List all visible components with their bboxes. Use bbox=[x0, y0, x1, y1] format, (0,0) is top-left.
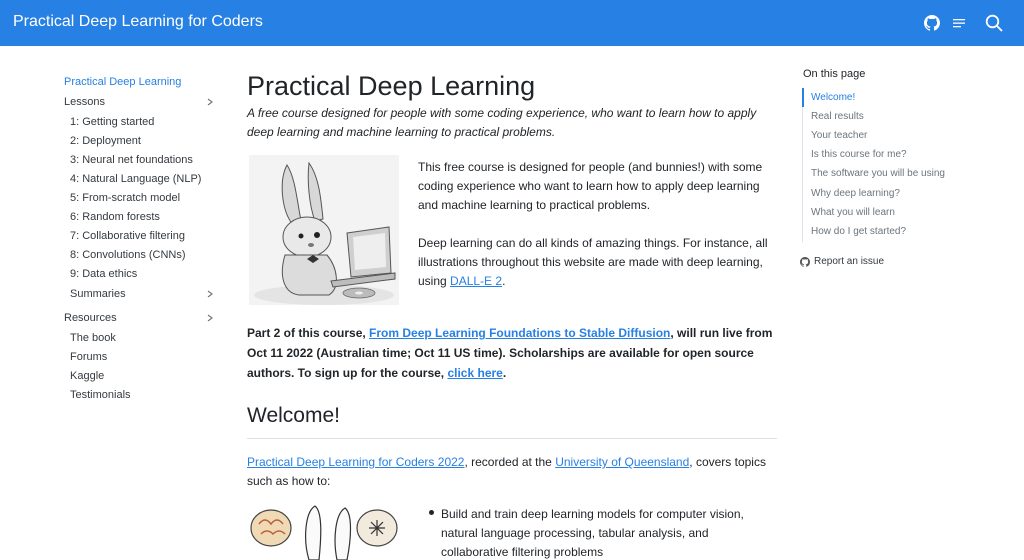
chevron-right-icon[interactable] bbox=[205, 97, 215, 107]
intro-paragraph-1: This free course is designed for people … bbox=[418, 160, 763, 212]
part2-announcement: Part 2 of this course, From Deep Learnin… bbox=[247, 323, 777, 383]
page-title: Practical Deep Learning bbox=[247, 71, 536, 101]
sidebar-section-resources[interactable]: Resources bbox=[64, 311, 117, 325]
toc-title: On this page bbox=[803, 68, 866, 80]
click-here-link[interactable]: click here bbox=[447, 366, 502, 380]
toc-item-what-you-will-learn[interactable]: What you will learn bbox=[811, 206, 895, 219]
welcome-heading: Welcome! bbox=[247, 404, 340, 427]
toc-item-how-do-i-get-started[interactable]: How do I get started? bbox=[811, 225, 906, 238]
sidebar-item-lesson-3[interactable]: 3: Neural net foundations bbox=[70, 153, 193, 167]
sidebar-section-lessons[interactable]: Lessons bbox=[64, 95, 105, 109]
toc-item-why-deep-learning[interactable]: Why deep learning? bbox=[811, 187, 900, 200]
bunny-illustration bbox=[249, 155, 399, 305]
part2-prefix: Part 2 of this course, bbox=[247, 326, 370, 340]
uq-link[interactable]: University of Queensland bbox=[555, 455, 689, 469]
sidebar-item-practical-deep-learning[interactable]: Practical Deep Learning bbox=[64, 75, 181, 89]
dall-e-2-link[interactable]: DALL-E 2 bbox=[450, 274, 502, 288]
toc-item-welcome[interactable]: Welcome! bbox=[811, 91, 855, 104]
heading-divider bbox=[247, 438, 777, 439]
sidebar-item-lesson-8[interactable]: 8: Convolutions (CNNs) bbox=[70, 248, 186, 262]
toc-active-indicator bbox=[802, 88, 804, 107]
sidebar-item-the-book[interactable]: The book bbox=[70, 331, 116, 345]
toc-item-is-this-course-for-me[interactable]: Is this course for me? bbox=[811, 148, 907, 161]
welcome-mid: , recorded at the bbox=[464, 455, 556, 469]
bullet-text-1: Build and train deep learning models for… bbox=[441, 507, 744, 559]
sidebar-item-testimonials[interactable]: Testimonials bbox=[70, 388, 131, 402]
sidebar-item-summaries[interactable]: Summaries bbox=[70, 287, 126, 301]
page-subtitle: A free course designed for people with s… bbox=[247, 106, 757, 139]
sidebar-item-lesson-7[interactable]: 7: Collaborative filtering bbox=[70, 229, 185, 243]
report-issue-label: Report an issue bbox=[814, 256, 885, 267]
intro-p2-suffix: . bbox=[502, 274, 506, 288]
sidebar-item-lesson-9[interactable]: 9: Data ethics bbox=[70, 267, 137, 281]
intro-paragraph-2: Deep learning can do all kinds of amazin… bbox=[418, 234, 778, 291]
toc-item-real-results[interactable]: Real results bbox=[811, 110, 864, 123]
toc-rail bbox=[802, 88, 803, 242]
github-icon bbox=[800, 256, 810, 267]
sidebar-item-lesson-2[interactable]: 2: Deployment bbox=[70, 134, 141, 148]
site-brand[interactable]: Practical Deep Learning for Coders bbox=[13, 13, 263, 31]
github-icon[interactable] bbox=[922, 13, 942, 33]
report-issue-link[interactable]: Report an issue bbox=[800, 256, 884, 267]
toc-item-software[interactable]: The software you will be using bbox=[811, 167, 945, 180]
stable-diffusion-course-link[interactable]: From Deep Learning Foundations to Stable… bbox=[369, 326, 670, 340]
sidebar-item-lesson-1[interactable]: 1: Getting started bbox=[70, 115, 154, 129]
pdl-2022-link[interactable]: Practical Deep Learning for Coders 2022 bbox=[247, 455, 464, 469]
bullet-point bbox=[429, 510, 434, 515]
welcome-paragraph: Practical Deep Learning for Coders 2022,… bbox=[247, 453, 777, 491]
top-navbar: Practical Deep Learning for Coders bbox=[0, 0, 1024, 46]
bunny-ears-illustration bbox=[249, 500, 399, 560]
chevron-right-icon[interactable] bbox=[205, 289, 215, 299]
chevron-right-icon[interactable] bbox=[205, 313, 215, 323]
sidebar-item-kaggle[interactable]: Kaggle bbox=[70, 369, 104, 383]
sidebar-item-lesson-6[interactable]: 6: Random forests bbox=[70, 210, 160, 224]
part2-suffix: . bbox=[502, 366, 507, 380]
search-icon[interactable] bbox=[984, 13, 1004, 33]
menu-lines-icon[interactable] bbox=[949, 13, 969, 33]
toc-item-your-teacher[interactable]: Your teacher bbox=[811, 129, 867, 142]
sidebar-item-lesson-5[interactable]: 5: From-scratch model bbox=[70, 191, 180, 205]
sidebar-item-lesson-4[interactable]: 4: Natural Language (NLP) bbox=[70, 172, 201, 186]
sidebar-item-forums[interactable]: Forums bbox=[70, 350, 107, 364]
